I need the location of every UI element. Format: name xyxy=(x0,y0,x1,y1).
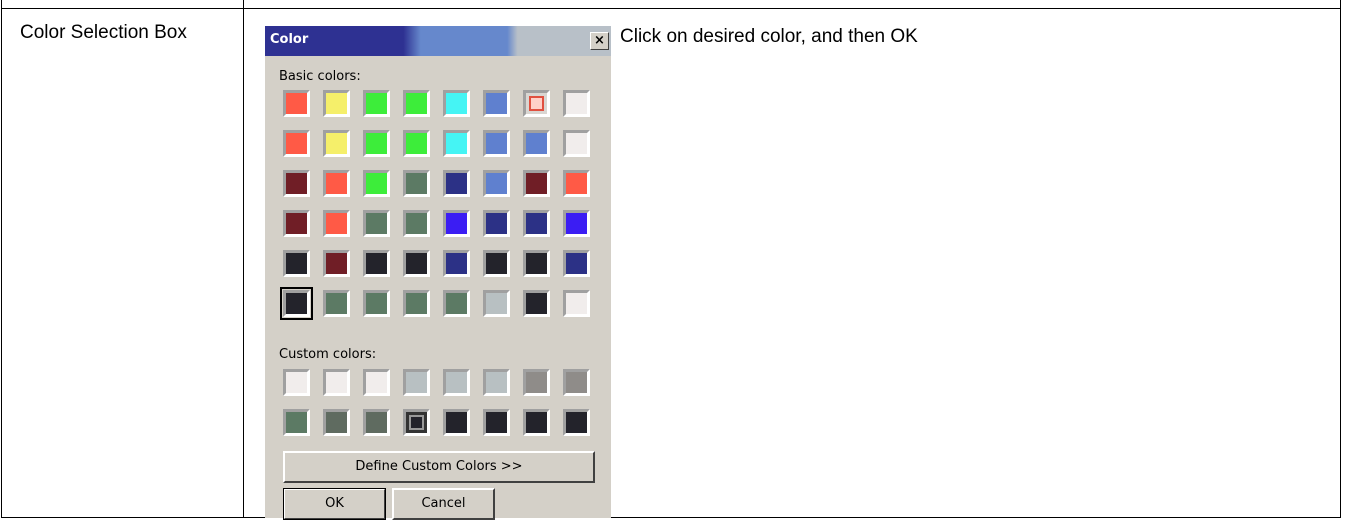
basic-color-swatch[interactable] xyxy=(443,290,470,317)
custom-color-swatch[interactable] xyxy=(323,369,350,396)
basic-color-swatch[interactable] xyxy=(283,170,310,197)
basic-color-swatch[interactable] xyxy=(523,210,550,237)
basic-color-swatch[interactable] xyxy=(323,250,350,277)
basic-color-swatch[interactable] xyxy=(363,130,390,157)
basic-color-swatch[interactable] xyxy=(403,210,430,237)
basic-color-swatch[interactable] xyxy=(403,250,430,277)
custom-color-swatch[interactable] xyxy=(443,409,470,436)
basic-color-swatch[interactable] xyxy=(483,90,510,117)
basic-color-swatch[interactable] xyxy=(523,90,550,117)
custom-color-swatch[interactable] xyxy=(563,369,590,396)
basic-color-swatch[interactable] xyxy=(483,210,510,237)
basic-color-swatch[interactable] xyxy=(363,170,390,197)
basic-color-swatch[interactable] xyxy=(483,170,510,197)
basic-color-swatch[interactable] xyxy=(523,130,550,157)
basic-color-swatch[interactable] xyxy=(563,90,590,117)
basic-color-swatch[interactable] xyxy=(403,170,430,197)
basic-colors-grid xyxy=(280,90,590,320)
basic-color-swatch[interactable] xyxy=(443,250,470,277)
basic-color-swatch[interactable] xyxy=(403,90,430,117)
basic-color-swatch[interactable] xyxy=(403,290,430,317)
label-cell: Color Selection Box xyxy=(1,8,244,518)
basic-color-swatch[interactable] xyxy=(443,210,470,237)
basic-color-swatch[interactable] xyxy=(280,287,313,320)
ok-button[interactable]: OK xyxy=(283,488,386,520)
custom-color-swatch[interactable] xyxy=(403,409,430,436)
basic-color-swatch[interactable] xyxy=(483,290,510,317)
basic-color-swatch[interactable] xyxy=(563,130,590,157)
basic-color-swatch[interactable] xyxy=(523,290,550,317)
basic-color-swatch[interactable] xyxy=(563,290,590,317)
basic-color-swatch[interactable] xyxy=(323,290,350,317)
instruction-text: Click on desired color, and then OK xyxy=(620,26,918,47)
table-row: Color Selection Box xyxy=(1,8,1341,518)
custom-color-swatch[interactable] xyxy=(523,409,550,436)
row-label: Color Selection Box xyxy=(20,22,187,43)
basic-color-swatch[interactable] xyxy=(563,170,590,197)
dialog-titlebar[interactable]: Color × xyxy=(265,26,611,56)
basic-colors-label: Basic colors: xyxy=(279,69,361,84)
basic-color-swatch[interactable] xyxy=(323,90,350,117)
basic-color-swatch[interactable] xyxy=(483,130,510,157)
basic-color-swatch[interactable] xyxy=(283,250,310,277)
close-button[interactable]: × xyxy=(590,32,609,50)
basic-color-swatch[interactable] xyxy=(443,130,470,157)
custom-color-swatch[interactable] xyxy=(443,369,470,396)
basic-color-swatch[interactable] xyxy=(563,250,590,277)
custom-colors-grid xyxy=(283,369,590,436)
custom-color-swatch[interactable] xyxy=(483,369,510,396)
color-dialog: Color × Basic colors: Custom colors: Def… xyxy=(265,26,611,520)
basic-color-swatch[interactable] xyxy=(323,210,350,237)
basic-color-swatch[interactable] xyxy=(443,170,470,197)
custom-color-swatch[interactable] xyxy=(363,409,390,436)
basic-color-swatch[interactable] xyxy=(523,250,550,277)
cancel-button[interactable]: Cancel xyxy=(392,488,495,520)
top-right-cell xyxy=(243,0,1341,9)
custom-color-swatch[interactable] xyxy=(403,369,430,396)
custom-color-swatch[interactable] xyxy=(523,369,550,396)
basic-color-swatch[interactable] xyxy=(563,210,590,237)
table-top-row xyxy=(1,0,1341,9)
basic-color-swatch[interactable] xyxy=(363,210,390,237)
basic-color-swatch[interactable] xyxy=(363,90,390,117)
custom-color-swatch[interactable] xyxy=(363,369,390,396)
basic-color-swatch[interactable] xyxy=(483,250,510,277)
basic-color-swatch[interactable] xyxy=(283,210,310,237)
close-icon: × xyxy=(594,33,605,48)
basic-color-swatch[interactable] xyxy=(283,90,310,117)
basic-color-swatch[interactable] xyxy=(323,130,350,157)
document-table: Color Selection Box xyxy=(1,0,1341,518)
custom-color-swatch[interactable] xyxy=(283,369,310,396)
basic-color-swatch[interactable] xyxy=(363,290,390,317)
basic-color-swatch[interactable] xyxy=(403,130,430,157)
dialog-title: Color xyxy=(270,32,309,47)
basic-color-swatch[interactable] xyxy=(323,170,350,197)
basic-color-swatch[interactable] xyxy=(363,250,390,277)
basic-color-swatch[interactable] xyxy=(283,130,310,157)
custom-color-swatch[interactable] xyxy=(483,409,510,436)
basic-color-swatch[interactable] xyxy=(523,170,550,197)
custom-color-swatch[interactable] xyxy=(283,409,310,436)
custom-color-swatch[interactable] xyxy=(563,409,590,436)
basic-color-swatch[interactable] xyxy=(443,90,470,117)
custom-colors-label: Custom colors: xyxy=(279,347,377,362)
define-custom-colors-button[interactable]: Define Custom Colors >> xyxy=(283,451,595,483)
custom-color-swatch[interactable] xyxy=(323,409,350,436)
top-left-cell xyxy=(1,0,244,9)
